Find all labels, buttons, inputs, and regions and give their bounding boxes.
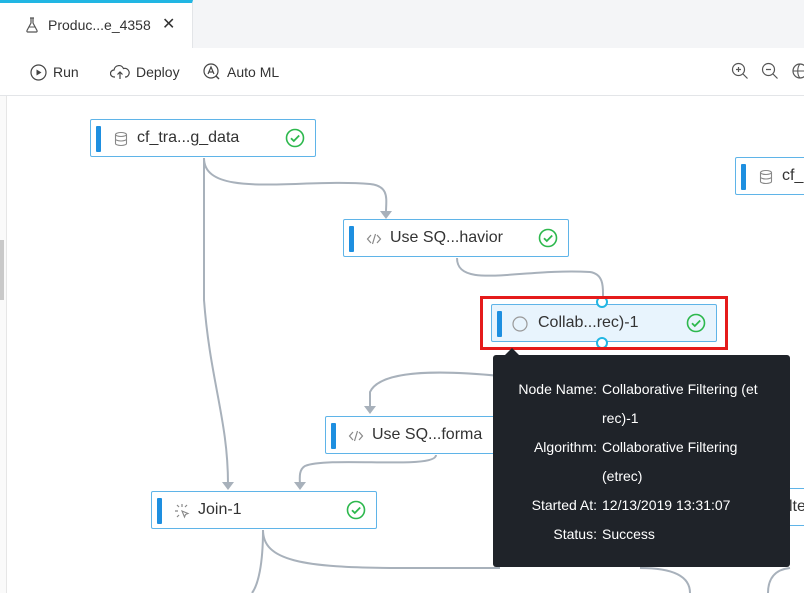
- zoom-out-icon[interactable]: [761, 62, 779, 80]
- tooltip-key: Node Name:: [518, 381, 597, 397]
- database-icon: [759, 169, 773, 185]
- deploy-button[interactable]: Deploy: [110, 62, 180, 82]
- node-status-bar: [331, 423, 336, 449]
- tooltip-value-line: rec)-1: [602, 410, 639, 426]
- auto-ml-label: Auto ML: [227, 64, 280, 80]
- tooltip-value-line: (etrec): [602, 468, 643, 484]
- node-status-bar: [349, 226, 354, 252]
- cloud-upload-icon: [110, 64, 130, 79]
- node-label: lte: [789, 498, 804, 515]
- code-icon: [348, 430, 364, 442]
- node-tooltip: Node Name: Collaborative Filtering (et r…: [493, 348, 790, 567]
- deploy-label: Deploy: [136, 64, 180, 80]
- tooltip-key: Status:: [553, 526, 597, 542]
- node-status-bar: [157, 498, 162, 524]
- tooltip-key: Algorithm:: [533, 439, 597, 455]
- success-check-icon: [538, 228, 558, 248]
- run-label: Run: [53, 64, 79, 80]
- node-cf-partial[interactable]: cf_: [735, 157, 804, 195]
- tooltip-value-line: Collaborative Filtering: [602, 439, 738, 455]
- tooltip-value: Success: [602, 526, 655, 542]
- tooltip-value-line: Collaborative Filtering (et: [602, 381, 758, 397]
- database-icon: [114, 131, 128, 147]
- play-icon: [30, 63, 47, 81]
- tab-title: Produc...e_4358: [48, 17, 151, 33]
- auto-ml-button[interactable]: Auto ML: [203, 62, 279, 82]
- node-cf-training-data[interactable]: cf_tra...g_data: [90, 119, 316, 157]
- zoom-in-icon[interactable]: [731, 62, 749, 80]
- automl-icon: [203, 63, 220, 80]
- globe-icon[interactable]: [791, 62, 804, 80]
- tooltip-key: Started At:: [531, 497, 597, 513]
- node-join[interactable]: Join-1: [151, 491, 377, 529]
- close-icon[interactable]: ✕: [162, 14, 175, 34]
- success-check-icon: [346, 500, 366, 520]
- tooltip-value: Collaborative Filtering (et rec)-1: [602, 375, 772, 433]
- selection-highlight: [480, 296, 728, 350]
- node-label: cf_: [782, 167, 804, 184]
- tooltip-arrow: [505, 348, 519, 355]
- node-label: Use SQ...forma: [372, 426, 483, 443]
- tooltip-value: 12/13/2019 13:31:07: [602, 497, 731, 513]
- tooltip-value: Collaborative Filtering (etrec): [602, 433, 772, 491]
- run-button[interactable]: Run: [30, 62, 79, 82]
- rail-handle[interactable]: [0, 240, 4, 300]
- toolbar: Run Deploy Auto ML: [0, 48, 804, 96]
- join-icon: [175, 504, 190, 519]
- node-status-bar: [96, 126, 101, 152]
- flask-icon: [26, 17, 38, 33]
- tab-product[interactable]: Produc...e_4358 ✕: [0, 0, 193, 48]
- tab-bar: Produc...e_4358 ✕: [0, 0, 804, 49]
- node-use-sql-behavior[interactable]: Use SQ...havior: [343, 219, 569, 257]
- node-label: Join-1: [198, 501, 242, 518]
- node-label: cf_tra...g_data: [137, 129, 240, 146]
- node-status-bar: [741, 164, 746, 190]
- node-label: Use SQ...havior: [390, 229, 503, 246]
- left-rail: [0, 96, 7, 593]
- success-check-icon: [285, 128, 305, 148]
- code-icon: [366, 233, 382, 245]
